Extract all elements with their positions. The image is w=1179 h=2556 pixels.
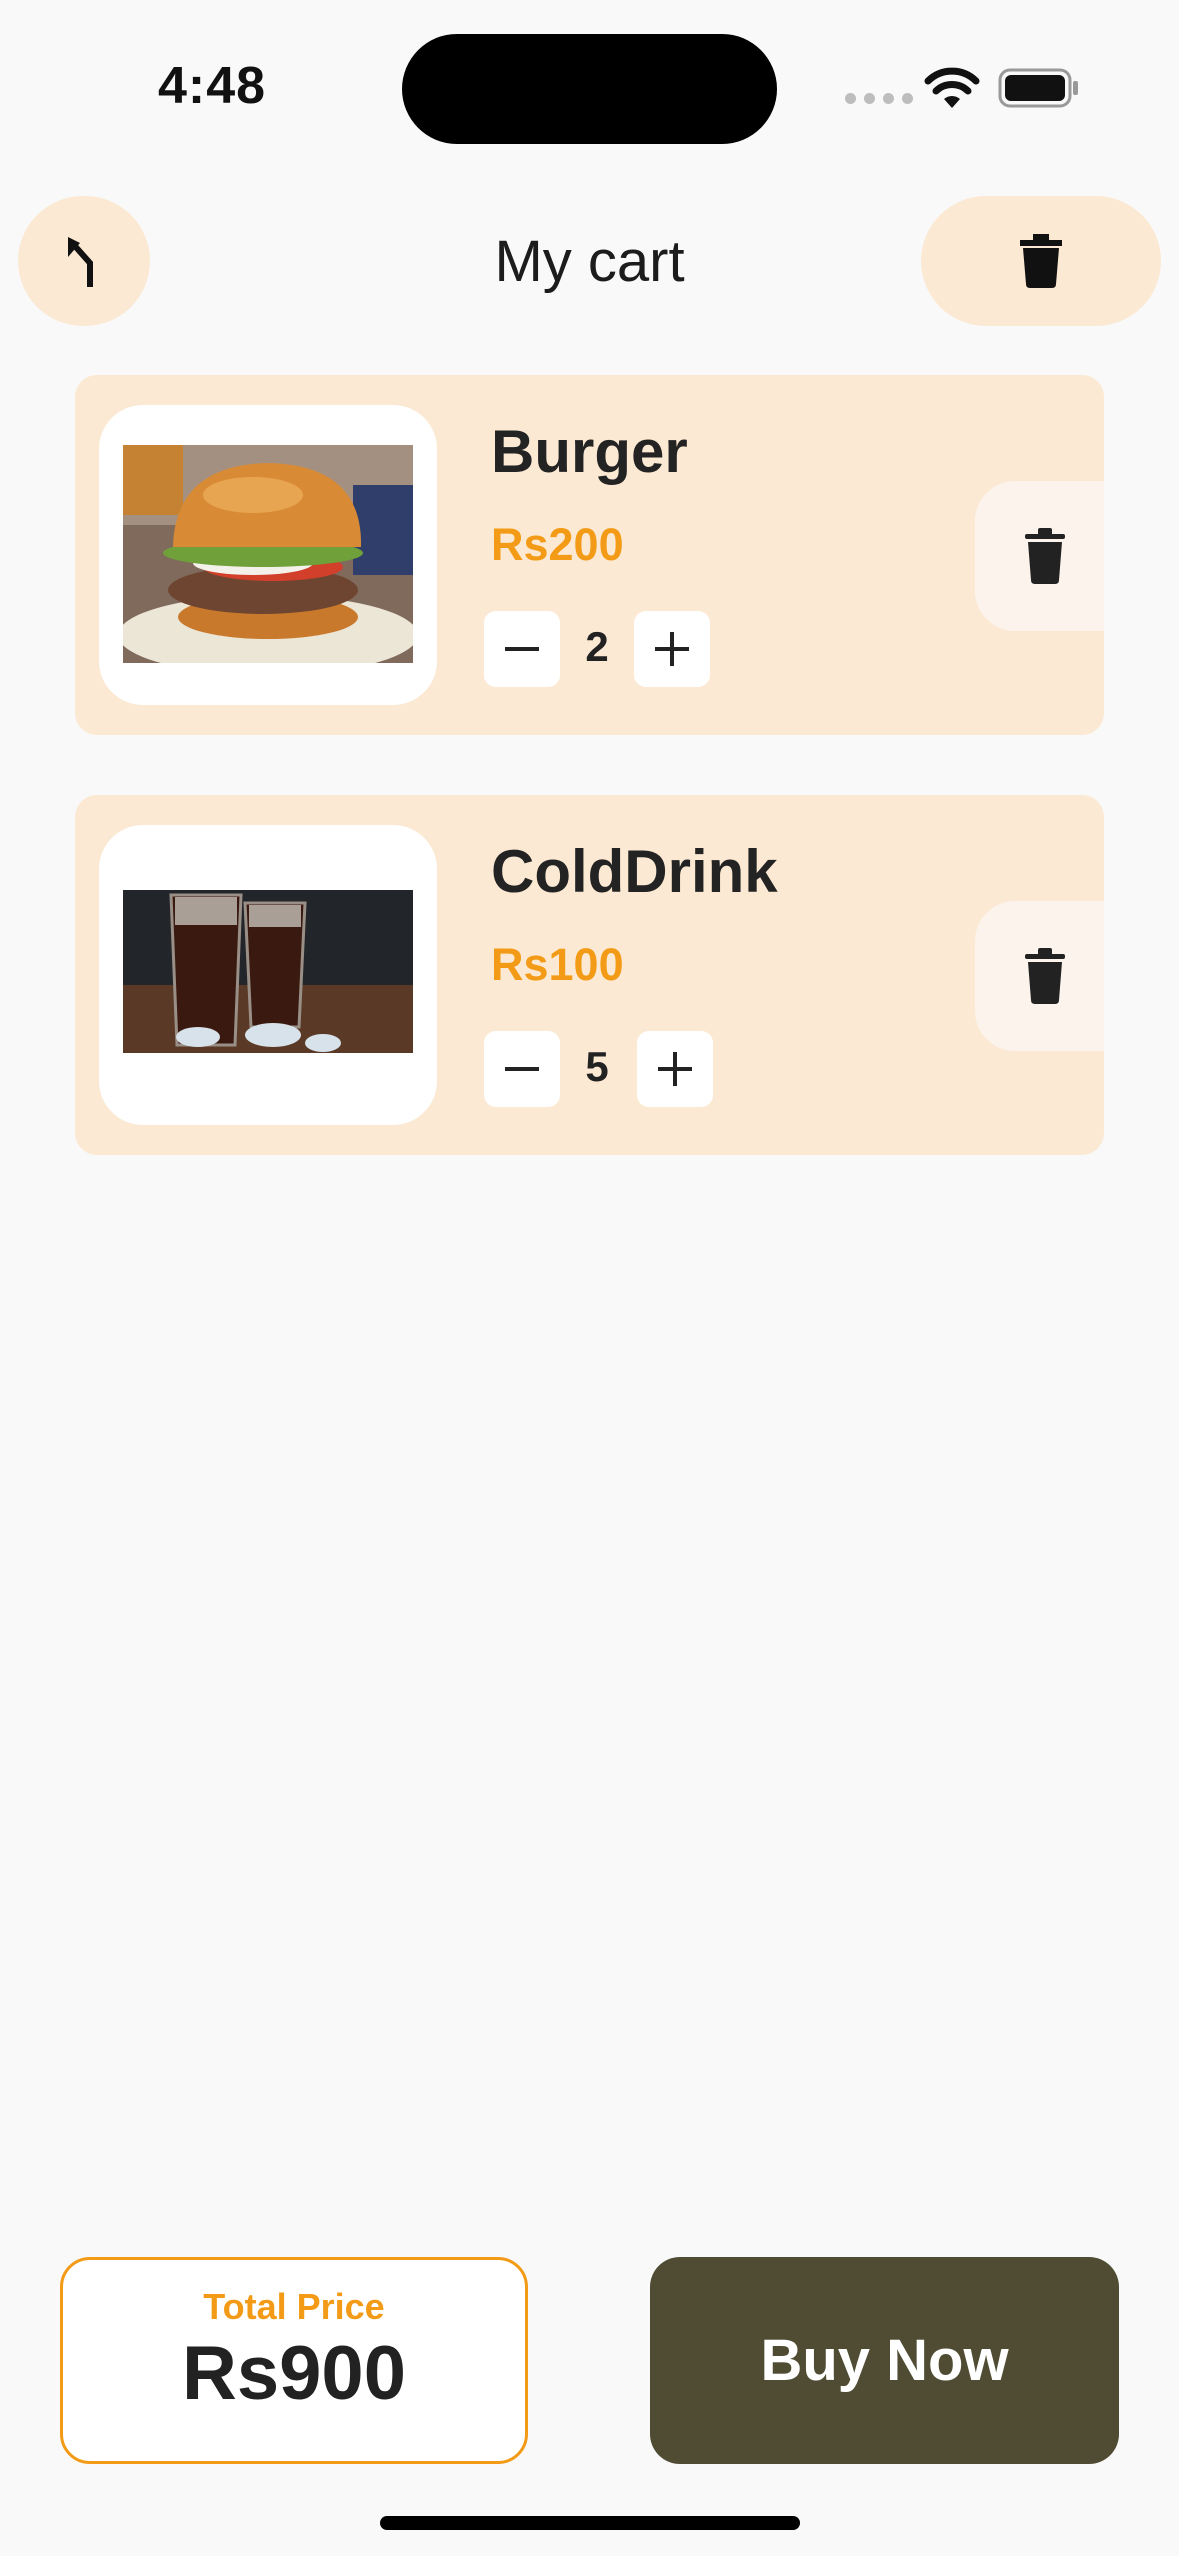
cellular-signal-icon bbox=[845, 93, 913, 104]
total-price-label: Total Price bbox=[203, 2286, 385, 2327]
clear-cart-button[interactable] bbox=[921, 196, 1161, 326]
status-time: 4:48 bbox=[158, 57, 267, 115]
increase-quantity-button[interactable] bbox=[634, 611, 710, 687]
item-price: Rs200 bbox=[491, 519, 624, 570]
minus-icon bbox=[505, 1067, 539, 1071]
total-price-value: Rs900 bbox=[182, 2331, 406, 2416]
increase-quantity-button[interactable] bbox=[637, 1031, 713, 1107]
trash-icon bbox=[1025, 948, 1065, 1004]
item-name: ColdDrink bbox=[491, 838, 778, 905]
item-image bbox=[99, 405, 437, 705]
trash-icon bbox=[1025, 528, 1065, 584]
item-quantity: 5 bbox=[585, 1043, 609, 1090]
item-price: Rs100 bbox=[491, 939, 624, 990]
remove-item-button[interactable] bbox=[975, 901, 1104, 1051]
item-name: Burger bbox=[491, 418, 688, 485]
item-image bbox=[99, 825, 437, 1125]
cold-drink-photo bbox=[123, 865, 413, 1083]
item-quantity: 2 bbox=[585, 623, 609, 670]
burger-photo bbox=[123, 445, 413, 663]
remove-item-button[interactable] bbox=[975, 481, 1104, 631]
cart-item-card: Burger Rs200 2 bbox=[75, 375, 1104, 735]
plus-icon bbox=[655, 632, 689, 666]
buy-now-button[interactable]: Buy Now bbox=[650, 2257, 1119, 2464]
dynamic-island bbox=[402, 34, 777, 144]
decrease-quantity-button[interactable] bbox=[484, 611, 560, 687]
home-indicator bbox=[380, 2516, 800, 2530]
minus-icon bbox=[505, 647, 539, 651]
decrease-quantity-button[interactable] bbox=[484, 1031, 560, 1107]
total-price-box: Total Price Rs900 bbox=[60, 2257, 528, 2464]
trash-icon bbox=[1020, 234, 1062, 288]
wifi-icon bbox=[924, 67, 980, 108]
plus-icon bbox=[658, 1052, 692, 1086]
cart-item-card: ColdDrink Rs100 5 bbox=[75, 795, 1104, 1155]
battery-icon bbox=[998, 68, 1078, 108]
